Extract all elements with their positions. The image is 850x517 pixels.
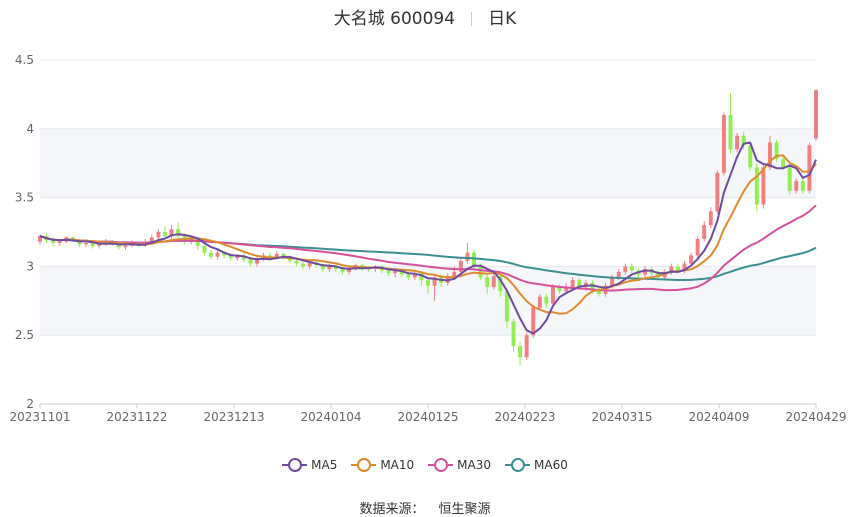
candle-body — [386, 270, 391, 274]
candle-body — [781, 159, 786, 168]
legend-label: MA30 — [457, 458, 492, 472]
source-label: 数据来源： — [359, 502, 425, 517]
candle-body — [162, 232, 167, 237]
candle-body — [491, 276, 496, 288]
data-source: 数据来源： 恒生聚源 — [0, 498, 850, 517]
x-tick-label: 20231101 — [9, 410, 70, 424]
y-tick-label: 2 — [26, 397, 34, 411]
candle-body — [149, 237, 154, 242]
candle-body — [472, 252, 477, 267]
x-tick-label: 20240125 — [397, 410, 458, 424]
legend-label: MA5 — [311, 458, 338, 472]
grid-band — [40, 266, 816, 336]
candle-body — [544, 296, 549, 304]
y-tick-label: 4 — [26, 122, 34, 136]
source-provider: 恒生聚源 — [438, 502, 491, 517]
legend-label: MA60 — [534, 458, 568, 472]
candle-body — [814, 90, 818, 139]
y-tick-label: 3 — [26, 259, 34, 273]
legend-item-ma5[interactable]: MA5 — [282, 458, 337, 472]
y-tick-label: 3.5 — [15, 191, 34, 205]
candle-body — [406, 274, 411, 278]
legend: MA5 MA10 MA30 MA60 — [0, 458, 850, 472]
legend-label: MA10 — [380, 458, 415, 472]
candle-body — [807, 145, 812, 191]
candle-body — [721, 115, 726, 173]
ma5-legend-icon — [282, 458, 308, 472]
candle-body — [800, 181, 805, 191]
candle-body — [623, 266, 628, 272]
candle-body — [550, 287, 555, 304]
candle-body — [537, 296, 542, 308]
ma30-legend-icon — [428, 458, 454, 472]
candle-body — [715, 172, 720, 212]
candle-body — [209, 252, 213, 257]
candle-body — [458, 260, 463, 272]
candle-body — [84, 243, 89, 245]
candle-body — [426, 280, 430, 286]
candle-body — [301, 263, 306, 267]
legend-item-ma30[interactable]: MA30 — [428, 458, 491, 472]
x-tick-label: 20240409 — [688, 410, 749, 424]
candle-body — [524, 335, 529, 358]
legend-item-ma10[interactable]: MA10 — [351, 458, 414, 472]
candle-body — [294, 260, 299, 264]
candle-body — [794, 181, 799, 191]
y-tick-label: 4.5 — [15, 53, 34, 67]
candle-body — [57, 241, 62, 244]
candle-body — [735, 135, 740, 150]
candle-body — [728, 115, 733, 150]
candle-body — [511, 321, 516, 347]
y-tick-label: 2.5 — [15, 328, 34, 342]
candle-body — [754, 167, 759, 205]
candle-body — [695, 238, 700, 256]
legend-item-ma60[interactable]: MA60 — [505, 458, 568, 472]
candle-body — [518, 346, 523, 358]
grid-band — [40, 128, 816, 198]
candle-body — [215, 252, 220, 257]
x-tick-label: 20240429 — [785, 410, 846, 424]
ma10-legend-icon — [351, 458, 377, 472]
candle-body — [156, 232, 161, 238]
candle-body — [123, 245, 128, 248]
x-tick-label: 20240104 — [300, 410, 361, 424]
x-tick-label: 20240223 — [494, 410, 555, 424]
candle-body — [675, 266, 680, 271]
candle-body — [478, 266, 483, 278]
candle-body — [761, 167, 766, 205]
candle-body — [689, 255, 694, 264]
candle-body — [485, 277, 490, 288]
kline-chart: 2 2.5 3 3.5 4 4.5 20231101 20231122 20231213 2024… — [9, 53, 846, 424]
candle-body — [340, 269, 345, 272]
candle-body — [465, 252, 470, 261]
candle-body — [702, 225, 707, 239]
candle-body — [787, 167, 792, 191]
candle-body — [452, 271, 457, 277]
candle-body — [202, 245, 207, 253]
candle-body — [616, 271, 621, 278]
candle-body — [570, 280, 575, 288]
x-tick-label: 20240315 — [591, 410, 652, 424]
x-tick-label: 20231213 — [203, 410, 264, 424]
candle-body — [629, 266, 634, 271]
candle-body — [708, 211, 713, 226]
x-tick-label: 20231122 — [106, 410, 167, 424]
candle-body — [248, 259, 253, 264]
ma60-legend-icon — [505, 458, 531, 472]
candle-body — [531, 307, 536, 336]
